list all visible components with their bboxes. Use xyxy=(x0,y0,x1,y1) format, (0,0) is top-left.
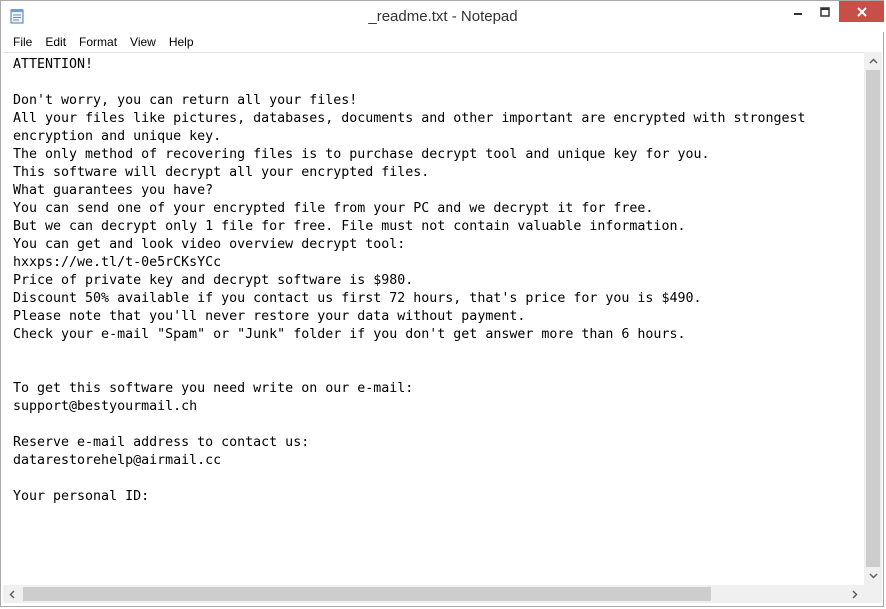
text-line: Discount 50% available if you contact us… xyxy=(13,291,702,306)
text-line xyxy=(13,416,806,434)
document-text[interactable]: ATTENTION! Don't worry, you can return a… xyxy=(13,56,806,506)
minimize-icon xyxy=(794,12,802,15)
notepad-window: _readme.txt - Notepad File Edit Format V… xyxy=(0,0,885,607)
text-line: Price of private key and decrypt softwar… xyxy=(13,273,414,288)
text-line xyxy=(13,74,806,92)
vertical-scroll-thumb[interactable] xyxy=(866,70,880,567)
text-line: Your personal ID: xyxy=(13,489,150,504)
window-title: _readme.txt - Notepad xyxy=(368,8,518,25)
text-line: Reserve e-mail address to contact us: xyxy=(13,435,310,450)
close-icon xyxy=(856,6,867,17)
maximize-button[interactable] xyxy=(812,1,838,22)
chevron-up-icon xyxy=(868,58,878,64)
scroll-up-button[interactable] xyxy=(864,52,882,70)
scroll-down-button[interactable] xyxy=(864,567,882,585)
text-line: Check your e-mail "Spam" or "Junk" folde… xyxy=(13,327,686,342)
chevron-down-icon xyxy=(868,573,878,579)
scroll-left-button[interactable] xyxy=(3,585,21,603)
text-line xyxy=(13,344,806,362)
text-editor[interactable]: ATTENTION! Don't worry, you can return a… xyxy=(3,52,864,586)
menu-view[interactable]: View xyxy=(124,32,162,52)
scrollbar-corner xyxy=(864,585,882,603)
text-line: You can send one of your encrypted file … xyxy=(13,201,654,216)
chevron-left-icon xyxy=(9,589,15,599)
maximize-icon xyxy=(820,6,830,17)
text-line: hxxps://we.tl/t-0e5rCKsYCc xyxy=(13,255,222,270)
close-button[interactable] xyxy=(839,1,884,22)
menu-format[interactable]: Format xyxy=(73,32,123,52)
minimize-button[interactable] xyxy=(784,1,812,22)
menu-bar: File Edit Format View Help xyxy=(1,32,885,52)
text-line: The only method of recovering files is t… xyxy=(13,147,710,162)
horizontal-scrollbar[interactable] xyxy=(3,585,864,603)
text-line: Please note that you'll never restore yo… xyxy=(13,309,526,324)
text-line: This software will decrypt all your encr… xyxy=(13,165,430,180)
scroll-right-button[interactable] xyxy=(846,585,864,603)
text-line: support@bestyourmail.ch xyxy=(13,399,198,414)
chevron-right-icon xyxy=(852,589,858,599)
text-line: datarestorehelp@airmail.cc xyxy=(13,453,222,468)
text-line: ATTENTION! xyxy=(13,57,94,72)
text-line: To get this software you need write on o… xyxy=(13,381,414,396)
text-line: What guarantees you have? xyxy=(13,183,214,198)
text-line: But we can decrypt only 1 file for free.… xyxy=(13,219,686,234)
horizontal-scroll-thumb[interactable] xyxy=(23,587,711,601)
menu-edit[interactable]: Edit xyxy=(39,32,72,52)
text-line xyxy=(13,362,806,380)
menu-help[interactable]: Help xyxy=(163,32,200,52)
text-line: All your files like pictures, databases,… xyxy=(13,111,806,126)
menu-file[interactable]: File xyxy=(7,32,38,52)
title-bar[interactable]: _readme.txt - Notepad xyxy=(1,1,885,32)
text-line: You can get and look video overview decr… xyxy=(13,237,406,252)
text-line xyxy=(13,470,806,488)
vertical-scrollbar[interactable] xyxy=(864,52,882,585)
text-line: encryption and unique key. xyxy=(13,129,222,144)
text-line: Don't worry, you can return all your fil… xyxy=(13,93,358,108)
